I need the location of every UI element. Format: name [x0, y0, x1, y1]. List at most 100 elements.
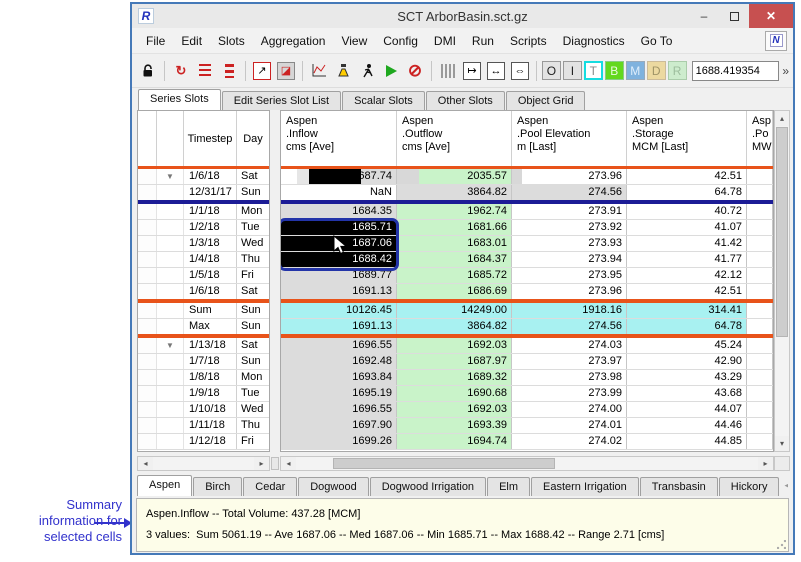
- aggregation-toggle-icon[interactable]: ▼: [157, 169, 184, 184]
- object-tab-transbasin[interactable]: Transbasin: [640, 477, 718, 496]
- object-tab-dogwood[interactable]: Dogwood: [298, 477, 368, 496]
- minimize-button[interactable]: –: [689, 4, 719, 28]
- menu-view[interactable]: View: [333, 29, 375, 53]
- scroll-up-icon[interactable]: ▴: [775, 111, 789, 126]
- data-cell[interactable]: [747, 236, 773, 251]
- data-cell[interactable]: 273.98: [512, 370, 627, 385]
- data-cell[interactable]: 1687.74: [281, 169, 397, 184]
- day-cell[interactable]: Tue: [237, 386, 269, 401]
- row-marks-icon[interactable]: [218, 60, 240, 82]
- data-cell[interactable]: 43.29: [627, 370, 747, 385]
- flag-output-button[interactable]: O: [542, 61, 561, 80]
- flag-r-button[interactable]: R: [668, 61, 687, 80]
- data-cell[interactable]: 42.51: [627, 284, 747, 299]
- open-object-icon[interactable]: ◪: [275, 60, 297, 82]
- toolbar-overflow-chevron[interactable]: »: [782, 64, 789, 78]
- data-cell[interactable]: 14249.00: [397, 303, 512, 318]
- vertical-scrollbar[interactable]: ▴ ▾: [774, 110, 790, 452]
- data-cell[interactable]: 1699.26: [281, 434, 397, 449]
- data-cell[interactable]: [747, 386, 773, 401]
- day-cell[interactable]: Mon: [237, 370, 269, 385]
- object-tab-hickory[interactable]: Hickory: [719, 477, 780, 496]
- pane-splitter-handle[interactable]: [271, 457, 279, 470]
- timestep-cell[interactable]: 1/12/18: [184, 434, 237, 449]
- data-cell[interactable]: [747, 338, 773, 353]
- data-cell[interactable]: 1689.32: [397, 370, 512, 385]
- flag-d-button[interactable]: D: [647, 61, 666, 80]
- day-cell[interactable]: Wed: [237, 402, 269, 417]
- data-cell[interactable]: 1692.03: [397, 402, 512, 417]
- sct-config-icon[interactable]: [332, 60, 354, 82]
- day-cell[interactable]: Fri: [237, 434, 269, 449]
- data-cell[interactable]: 273.99: [512, 386, 627, 401]
- data-cell[interactable]: 44.85: [627, 434, 747, 449]
- data-cell[interactable]: 64.78: [627, 319, 747, 334]
- timestep-cell[interactable]: 1/4/18: [184, 252, 237, 267]
- scroll-left-icon[interactable]: ◂: [138, 457, 153, 470]
- data-cell[interactable]: [747, 252, 773, 267]
- data-cell[interactable]: 44.46: [627, 418, 747, 433]
- data-cell[interactable]: 42.51: [627, 169, 747, 184]
- timestep-cell[interactable]: 1/9/18: [184, 386, 237, 401]
- data-cell[interactable]: 64.78: [627, 185, 747, 200]
- timestep-cell[interactable]: 1/3/18: [184, 236, 237, 251]
- day-cell[interactable]: Thu: [237, 418, 269, 433]
- close-button[interactable]: ✕: [749, 4, 793, 28]
- data-cell[interactable]: 1692.48: [281, 354, 397, 369]
- riverware-logo-button[interactable]: N: [765, 31, 787, 51]
- data-hscroll-track[interactable]: [296, 457, 758, 470]
- data-horizontal-scrollbar[interactable]: ◂ ▸: [280, 456, 774, 471]
- day-cell[interactable]: Sat: [237, 169, 269, 184]
- timestep-cell[interactable]: 1/5/18: [184, 268, 237, 283]
- data-cell[interactable]: 274.02: [512, 434, 627, 449]
- day-cell[interactable]: Sun: [237, 185, 269, 200]
- data-cell[interactable]: [747, 370, 773, 385]
- tab-scalar-slots[interactable]: Scalar Slots: [342, 91, 425, 110]
- open-slot-icon[interactable]: ↗: [251, 60, 273, 82]
- data-cell[interactable]: 1694.74: [397, 434, 512, 449]
- run-control-icon[interactable]: [356, 60, 378, 82]
- horizontal-scroll-thumb[interactable]: [333, 458, 555, 469]
- frozen-horizontal-scrollbar[interactable]: ◂ ▸: [137, 456, 270, 471]
- flag-target-button[interactable]: T: [584, 61, 603, 80]
- data-cell[interactable]: 1693.39: [397, 418, 512, 433]
- data-cell[interactable]: [747, 354, 773, 369]
- data-cell[interactable]: 1695.19: [281, 386, 397, 401]
- data-cell[interactable]: 44.07: [627, 402, 747, 417]
- object-tab-dogwood-irrigation[interactable]: Dogwood Irrigation: [370, 477, 486, 496]
- column-header-asp-po[interactable]: Asp.PoMW: [747, 111, 773, 166]
- data-cell[interactable]: [747, 402, 773, 417]
- tab-object-grid[interactable]: Object Grid: [506, 91, 586, 110]
- column-header-aspen-pool-elevation[interactable]: Aspen.Pool Elevationm [Last]: [512, 111, 627, 166]
- data-cell[interactable]: 40.72: [627, 204, 747, 219]
- data-cell[interactable]: 1684.37: [397, 252, 512, 267]
- data-cell[interactable]: 45.24: [627, 338, 747, 353]
- column-header-aspen-storage[interactable]: Aspen.StorageMCM [Last]: [627, 111, 747, 166]
- data-cell[interactable]: 273.97: [512, 354, 627, 369]
- day-cell[interactable]: Fri: [237, 268, 269, 283]
- refresh-values-icon[interactable]: ↻: [170, 60, 192, 82]
- data-cell[interactable]: 274.03: [512, 338, 627, 353]
- data-cell[interactable]: [747, 185, 773, 200]
- tab-series-slots[interactable]: Series Slots: [138, 89, 221, 110]
- day-cell[interactable]: Sun: [237, 354, 269, 369]
- timestep-cell[interactable]: 1/10/18: [184, 402, 237, 417]
- data-cell[interactable]: 273.91: [512, 204, 627, 219]
- day-cell[interactable]: Sat: [237, 338, 269, 353]
- flag-input-button[interactable]: I: [563, 61, 582, 80]
- data-cell[interactable]: [747, 268, 773, 283]
- data-cell[interactable]: 2035.57: [397, 169, 512, 184]
- plot-icon[interactable]: [308, 60, 330, 82]
- data-cell[interactable]: 314.41: [627, 303, 747, 318]
- data-cell[interactable]: 273.96: [512, 169, 627, 184]
- data-cell[interactable]: [747, 319, 773, 334]
- scroll-right-icon[interactable]: ▸: [254, 457, 269, 470]
- data-cell[interactable]: 42.12: [627, 268, 747, 283]
- menu-go-to[interactable]: Go To: [633, 29, 681, 53]
- data-cell[interactable]: NaN: [281, 185, 397, 200]
- resize-column-icon[interactable]: ↦: [461, 60, 483, 82]
- day-header[interactable]: Day: [237, 111, 269, 166]
- resize-grip-icon[interactable]: [777, 540, 786, 549]
- data-cell[interactable]: 1685.72: [397, 268, 512, 283]
- dividers-icon[interactable]: [437, 60, 459, 82]
